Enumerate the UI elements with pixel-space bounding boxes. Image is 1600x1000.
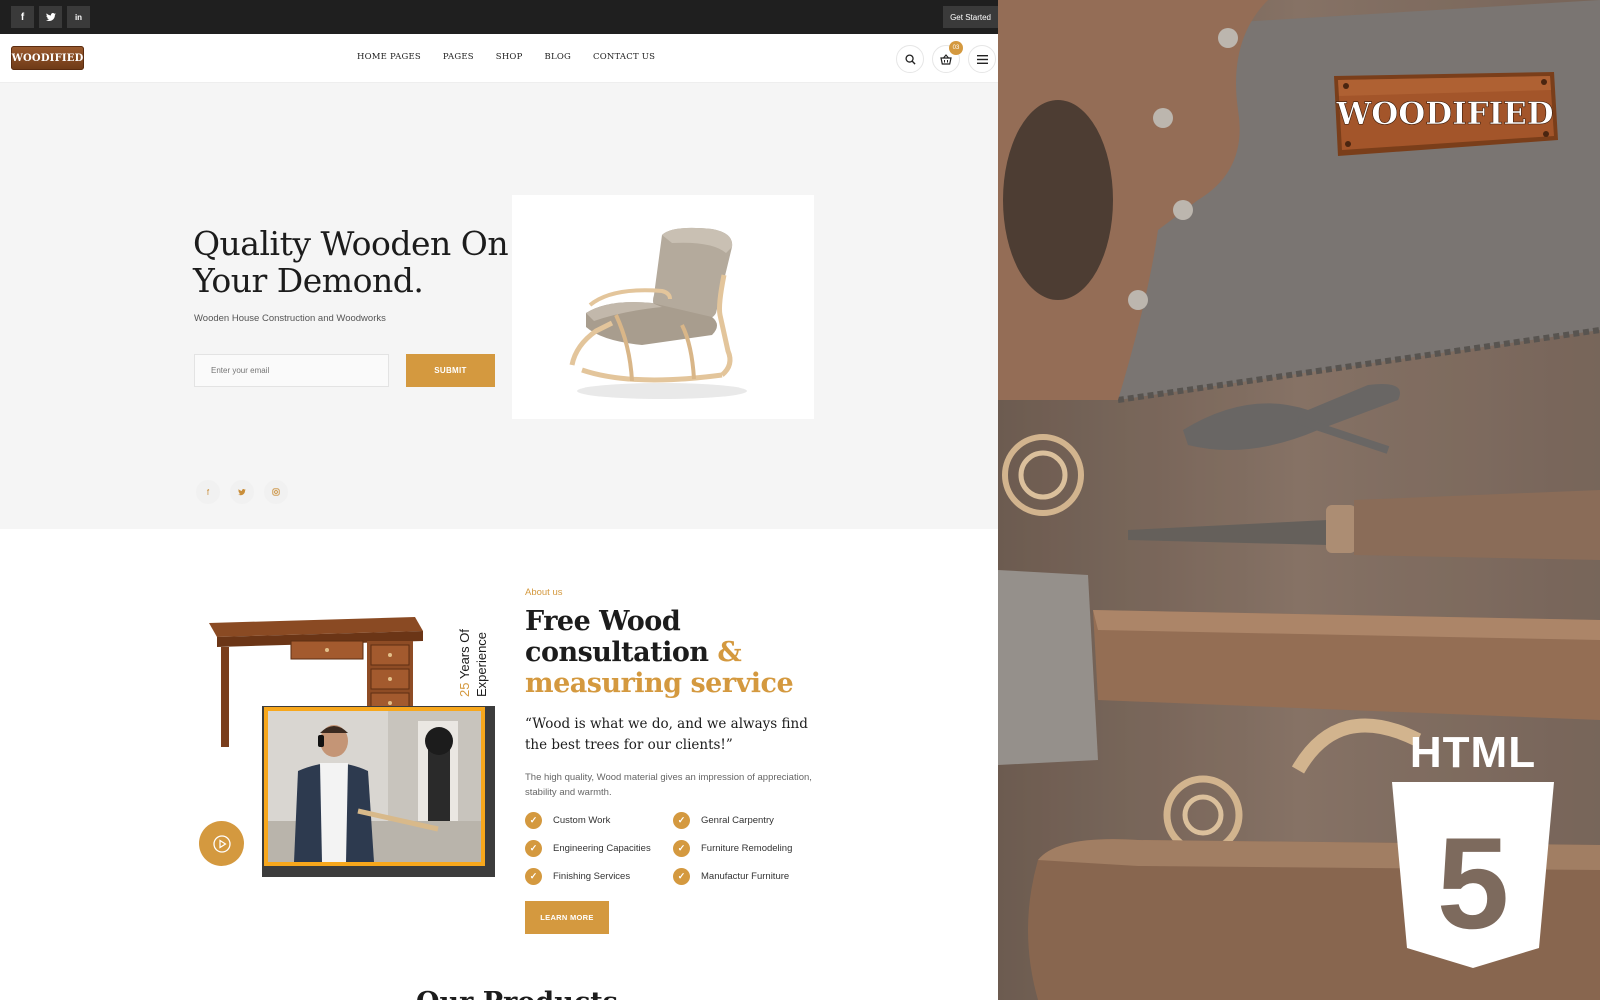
hero-section: Quality Wooden On Your Demond. Wooden Hou… xyxy=(0,83,998,529)
hero-instagram-icon[interactable] xyxy=(264,480,288,504)
carpenter-photo xyxy=(264,707,485,866)
check-icon: ✓ xyxy=(525,812,542,829)
nav-item-contact-us[interactable]: CONTACT US xyxy=(593,52,655,62)
experience-label: 25 Years Of Experience xyxy=(455,609,495,699)
site-logo[interactable]: WOODIFIED xyxy=(11,46,84,70)
about-section: 25 Years Of Experience About us Free Woo… xyxy=(0,529,998,1000)
facebook-icon[interactable]: f xyxy=(11,6,34,28)
submit-button[interactable]: SUBMIT xyxy=(406,354,495,387)
learn-more-button[interactable]: LEARN MORE xyxy=(525,901,609,934)
play-video-button[interactable] xyxy=(199,821,244,866)
nav-item-blog[interactable]: BLOG xyxy=(545,52,571,62)
cart-button[interactable]: 03 xyxy=(932,41,963,73)
play-icon xyxy=(212,834,231,853)
twitter-icon[interactable] xyxy=(39,6,62,28)
about-us-label: About us xyxy=(525,587,563,598)
our-products-heading: Our Products xyxy=(416,987,618,1000)
svg-text:Experience: Experience xyxy=(474,632,489,697)
rocking-chair-image xyxy=(512,195,814,419)
check-icon: ✓ xyxy=(673,840,690,857)
check-icon: ✓ xyxy=(525,840,542,857)
about-paragraph: The high quality, Wood material gives an… xyxy=(525,772,812,798)
hero-facebook-icon[interactable]: f xyxy=(196,480,220,504)
about-title: Free Wood consultation & measuring servi… xyxy=(525,606,794,699)
menu-button[interactable] xyxy=(968,45,996,73)
promo-panel: WOODIFIED HTML 5 xyxy=(998,0,1600,1000)
email-input[interactable] xyxy=(194,354,389,387)
website-preview: f in Get Started WOODIFIED HOME PAGES PA… xyxy=(0,0,998,1000)
feature-item: ✓ Manufactur Furniture xyxy=(673,868,789,885)
feature-item: ✓ Custom Work xyxy=(525,812,610,829)
hero-twitter-icon[interactable] xyxy=(230,480,254,504)
nav-item-pages[interactable]: PAGES xyxy=(443,52,474,62)
svg-text:WOODIFIED: WOODIFIED xyxy=(1335,96,1553,132)
basket-icon xyxy=(940,53,952,65)
hero-title: Quality Wooden On Your Demond. xyxy=(193,224,509,300)
about-quote: “Wood is what we do, and we always find … xyxy=(525,716,808,753)
nav-item-home-pages[interactable]: HOME PAGES xyxy=(357,52,421,62)
html5-badge: HTML 5 xyxy=(1388,728,1558,968)
nav-item-shop[interactable]: SHOP xyxy=(496,52,523,62)
woodified-logo: WOODIFIED xyxy=(1330,70,1560,158)
html5-label: HTML xyxy=(1409,728,1537,777)
feature-item: ✓ Finishing Services xyxy=(525,868,630,885)
get-started-button[interactable]: Get Started xyxy=(943,6,998,28)
svg-text:5: 5 xyxy=(1437,810,1509,956)
check-icon: ✓ xyxy=(525,868,542,885)
hero-subtitle: Wooden House Construction and Woodworks xyxy=(194,313,386,324)
linkedin-icon[interactable]: in xyxy=(67,6,90,28)
search-icon xyxy=(904,53,916,65)
search-button[interactable] xyxy=(896,45,924,73)
html5-shield-icon: 5 xyxy=(1392,782,1554,968)
check-icon: ✓ xyxy=(673,868,690,885)
top-bar: f in Get Started xyxy=(0,0,998,34)
cart-count-badge: 03 xyxy=(949,41,963,55)
feature-item: ✓ Genral Carpentry xyxy=(673,812,774,829)
main-navbar: WOODIFIED HOME PAGES PAGES SHOP BLOG CON… xyxy=(0,34,998,83)
menu-icon xyxy=(976,54,988,64)
nav-menu: HOME PAGES PAGES SHOP BLOG CONTACT US xyxy=(357,52,677,62)
check-icon: ✓ xyxy=(673,812,690,829)
feature-item: ✓ Engineering Capacities xyxy=(525,840,651,857)
svg-text:25 Years Of: 25 Years Of xyxy=(457,629,472,697)
feature-item: ✓ Furniture Remodeling xyxy=(673,840,792,857)
